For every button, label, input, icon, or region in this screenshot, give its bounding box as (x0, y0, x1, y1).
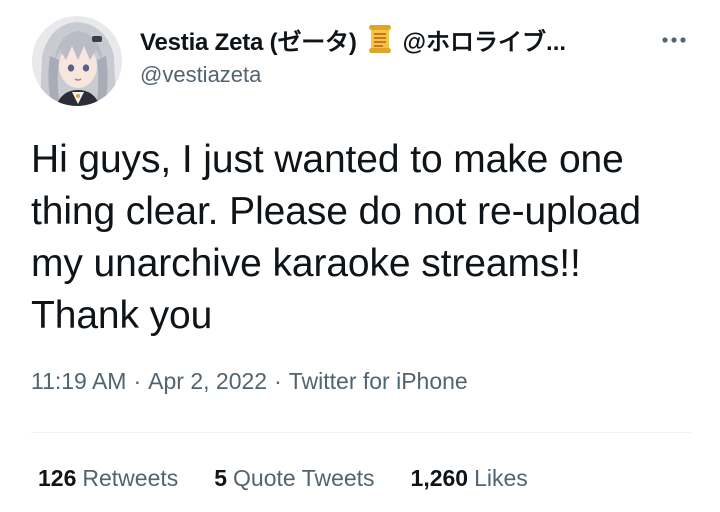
retweets-stat[interactable]: 126 Retweets (38, 465, 178, 492)
retweets-label: Retweets (82, 465, 179, 491)
divider (31, 432, 692, 433)
quote-tweets-count: 5 (214, 465, 228, 491)
meta-separator: · (133, 368, 142, 394)
author-name-row[interactable]: Vestia Zeta (ゼータ) @ホロライブ... (140, 22, 640, 56)
quote-tweets-stat[interactable]: 5 Quote Tweets (214, 465, 374, 492)
likes-stat[interactable]: 1,260 Likes (411, 465, 528, 492)
author-block: Vestia Zeta (ゼータ) @ホロライブ... @vestiazeta (140, 22, 640, 90)
scroll-emoji-icon (365, 23, 395, 55)
likes-label: Likes (474, 465, 528, 491)
retweets-count: 126 (38, 465, 77, 491)
more-dots-icon (662, 37, 686, 43)
tweet-date[interactable]: Apr 2, 2022 (148, 368, 267, 394)
display-name-suffix[interactable]: @ホロライブ... (403, 22, 566, 57)
quote-tweets-label: Quote Tweets (233, 465, 375, 491)
likes-count: 1,260 (410, 465, 469, 491)
more-options-button[interactable] (654, 26, 694, 54)
tweet-card: Vestia Zeta (ゼータ) @ホロライブ... @vestiazeta (0, 0, 720, 512)
avatar[interactable] (32, 16, 122, 106)
tweet-source-link[interactable]: Twitter for iPhone (289, 368, 468, 394)
tweet-time[interactable]: 11:19 AM (31, 368, 126, 394)
author-handle[interactable]: @vestiazeta (140, 60, 640, 90)
meta-separator: · (274, 368, 282, 394)
tweet-text: Hi guys, I just wanted to make one thing… (31, 138, 641, 337)
tweet-meta: 11:19 AM · Apr 2, 2022 · Twitter for iPhone (31, 368, 468, 395)
avatar-image (32, 16, 122, 106)
display-name[interactable]: Vestia Zeta (ゼータ) (140, 22, 357, 57)
tweet-stats: 126 Retweets 5 Quote Tweets 1,260 Likes (38, 465, 564, 492)
